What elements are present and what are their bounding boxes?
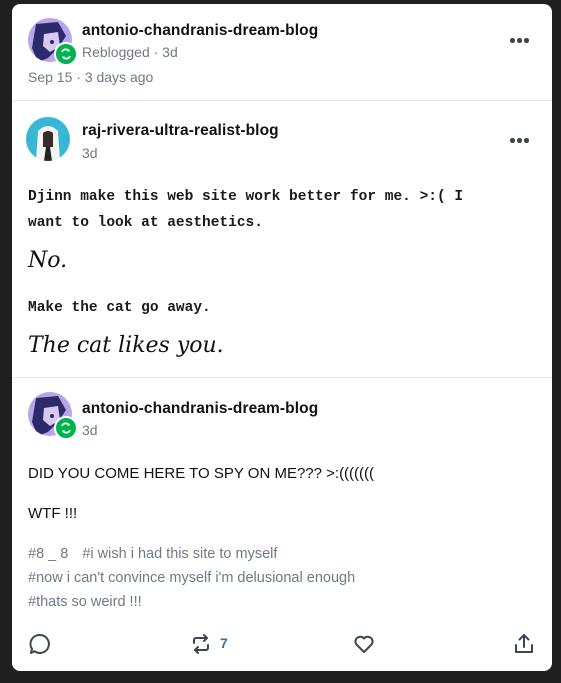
reblog-entry-1: raj-rivera-ultra-realist-blog 3d Djinn m…: [12, 101, 552, 378]
post-text-line: Djinn make this web site work better for…: [28, 189, 464, 205]
post-header: antonio-chandranis-dream-blog Reblogged …: [12, 4, 552, 101]
avatar-image: [26, 117, 70, 161]
reblog-count[interactable]: 7: [220, 635, 228, 651]
avatar[interactable]: [28, 18, 78, 66]
tag[interactable]: #thats so weird !!!: [28, 594, 142, 610]
post-reply: The cat likes you.: [28, 333, 224, 358]
blog-name[interactable]: antonio-chandranis-dream-blog: [82, 22, 318, 40]
avatar[interactable]: [28, 392, 78, 440]
reblog-icon: [61, 48, 71, 60]
tag-row: #8 _ 8 #i wish i had this site to myself: [28, 546, 277, 562]
share-icon[interactable]: [512, 632, 536, 656]
tag[interactable]: #now i can't convince myself i'm delusio…: [28, 570, 355, 586]
tag[interactable]: #8 _ 8: [28, 546, 68, 562]
post-date[interactable]: Sep 15 · 3 days ago: [28, 69, 153, 85]
post-card: antonio-chandranis-dream-blog Reblogged …: [12, 4, 552, 671]
reblog-badge: [54, 42, 78, 66]
post-age: 3d: [82, 422, 98, 438]
post-age: 3d: [82, 145, 98, 161]
blog-name[interactable]: raj-rivera-ultra-realist-blog: [82, 122, 279, 140]
post-text-line: Make the cat go away.: [28, 300, 211, 316]
heart-icon[interactable]: [352, 632, 376, 656]
more-options-icon[interactable]: [510, 136, 532, 144]
blog-name[interactable]: antonio-chandranis-dream-blog: [82, 400, 318, 418]
reblog-icon[interactable]: [189, 632, 213, 656]
comment-icon[interactable]: [28, 632, 52, 656]
post-text: DID YOU COME HERE TO SPY ON ME??? >:((((…: [28, 465, 375, 482]
avatar[interactable]: [26, 117, 70, 161]
reblog-icon: [61, 422, 71, 434]
more-options-icon[interactable]: [510, 36, 532, 44]
tag[interactable]: #i wish i had this site to myself: [82, 546, 277, 562]
reblog-status: Reblogged · 3d: [82, 44, 178, 60]
reblog-badge: [54, 416, 78, 440]
post-reply: No.: [28, 248, 68, 273]
reblog-entry-2: antonio-chandranis-dream-blog 3d DID YOU…: [12, 378, 552, 671]
post-text: WTF !!!: [28, 505, 78, 522]
post-text-line: want to look at aesthetics.: [28, 215, 263, 231]
